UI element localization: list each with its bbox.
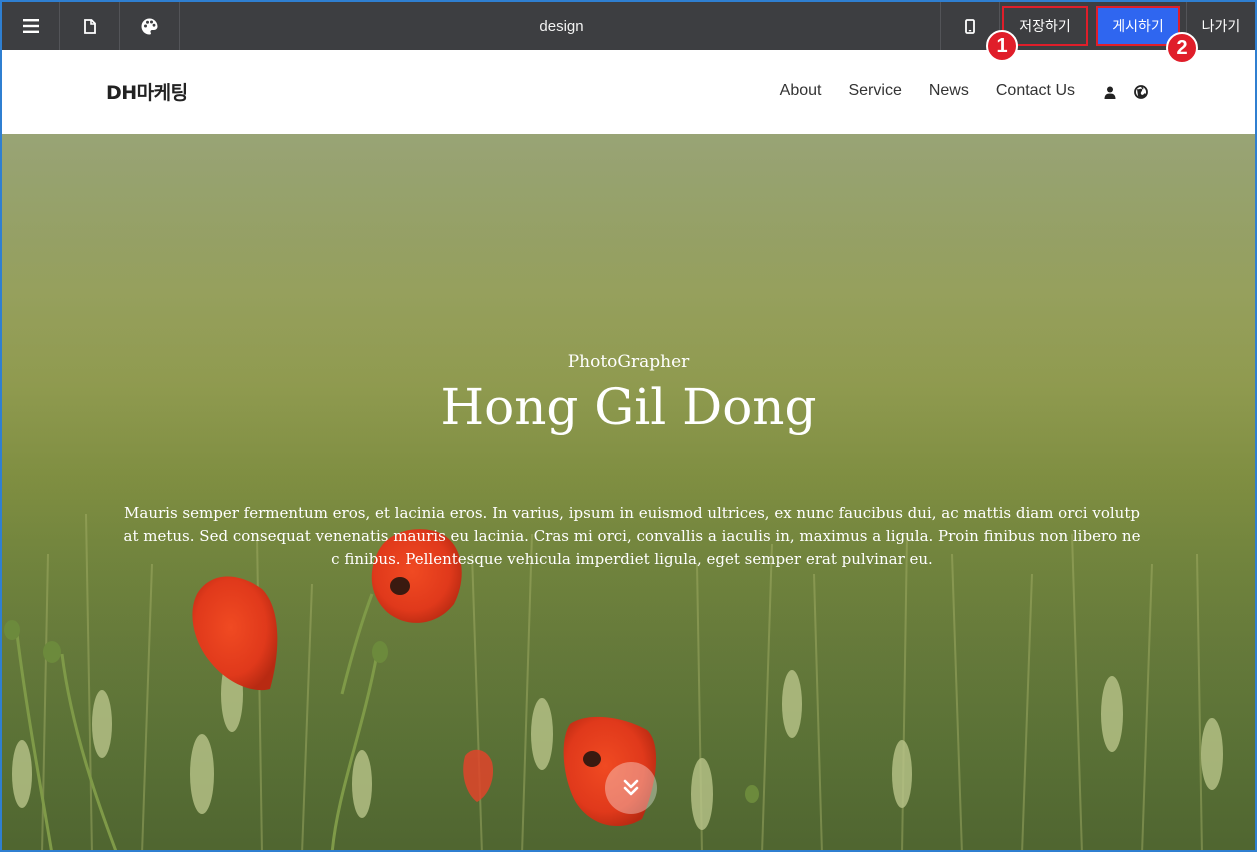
scroll-down-button[interactable] (605, 762, 657, 814)
globe-icon[interactable] (1134, 84, 1148, 103)
hero-title: Hong Gil Dong (440, 378, 817, 436)
hero-description: Mauris semper fermentum eros, et lacinia… (123, 504, 1141, 568)
nav-item-service[interactable]: Service (848, 82, 901, 100)
editor-toolbar: design 저장하기 게시하기 나가기 (2, 2, 1255, 50)
user-icon[interactable] (1104, 84, 1116, 103)
site-nav: About Service News Contact Us (780, 82, 1075, 100)
site-header: DH마케팅 About Service News Contact Us (2, 50, 1255, 134)
page-icon (83, 18, 96, 34)
palette-button[interactable] (120, 2, 180, 50)
step-badge-2: 2 (1166, 32, 1198, 64)
nav-item-contact-us[interactable]: Contact Us (996, 82, 1075, 100)
double-chevron-down-icon (623, 779, 639, 796)
nav-item-news[interactable]: News (929, 82, 969, 100)
field-background-image (2, 134, 1255, 850)
page-button[interactable] (60, 2, 120, 50)
hero-subtitle: PhotoGrapher (567, 352, 690, 372)
browser-frame: design 저장하기 게시하기 나가기 1 2 DH마케팅 About Ser… (0, 0, 1257, 852)
menu-icon (22, 19, 39, 33)
nav-item-about[interactable]: About (780, 82, 822, 100)
menu-button[interactable] (2, 2, 60, 50)
step-badge-1: 1 (986, 30, 1018, 62)
palette-icon (141, 18, 158, 34)
mobile-icon (965, 18, 975, 34)
document-title: design (539, 17, 584, 35)
hero-section: PhotoGrapher Hong Gil Dong Mauris semper… (2, 134, 1255, 850)
site-logo[interactable]: DH마케팅 (106, 78, 188, 105)
